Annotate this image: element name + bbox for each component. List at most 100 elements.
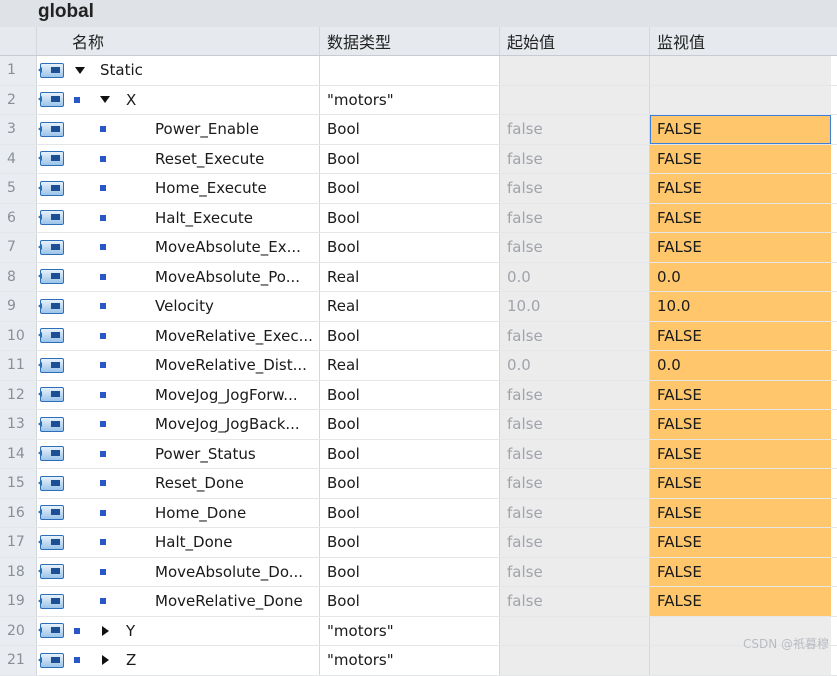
row-monitor-value[interactable]: 0.0 <box>650 263 831 292</box>
row-data-type[interactable]: Bool <box>320 440 500 469</box>
row-monitor-value[interactable]: FALSE <box>650 204 831 233</box>
row-data-type[interactable]: Bool <box>320 410 500 439</box>
row-name-cell[interactable]: Halt_Execute <box>67 204 320 233</box>
table-row[interactable]: 2X"motors" <box>0 86 837 116</box>
table-row[interactable]: 15Reset_DoneBoolfalseFALSE <box>0 469 837 499</box>
row-monitor-value[interactable]: FALSE <box>650 499 831 528</box>
row-data-type[interactable]: Bool <box>320 145 500 174</box>
header-data-type[interactable]: 数据类型 <box>320 27 500 55</box>
table-row[interactable]: 18MoveAbsolute_Do...BoolfalseFALSE <box>0 558 837 588</box>
row-start-value[interactable]: false <box>500 115 650 144</box>
row-name-cell[interactable]: Static <box>67 56 320 85</box>
row-start-value[interactable] <box>500 617 650 646</box>
table-row[interactable]: 5Home_ExecuteBoolfalseFALSE <box>0 174 837 204</box>
header-monitor-value[interactable]: 监视值 <box>650 27 831 55</box>
row-start-value[interactable]: false <box>500 587 650 616</box>
row-start-value[interactable]: false <box>500 145 650 174</box>
row-name-cell[interactable]: Reset_Execute <box>67 145 320 174</box>
row-name-cell[interactable]: Home_Execute <box>67 174 320 203</box>
row-start-value[interactable]: 10.0 <box>500 292 650 321</box>
row-start-value[interactable] <box>500 646 650 675</box>
table-row[interactable]: 3Power_EnableBoolfalseFALSE <box>0 115 837 145</box>
row-monitor-value[interactable]: FALSE <box>650 440 831 469</box>
row-data-type[interactable]: Bool <box>320 174 500 203</box>
table-row[interactable]: 14Power_StatusBoolfalseFALSE <box>0 440 837 470</box>
row-data-type[interactable]: Bool <box>320 499 500 528</box>
table-row[interactable]: 16Home_DoneBoolfalseFALSE <box>0 499 837 529</box>
table-row[interactable]: 10MoveRelative_Exec...BoolfalseFALSE <box>0 322 837 352</box>
row-monitor-value[interactable]: FALSE <box>650 469 831 498</box>
row-start-value[interactable]: false <box>500 204 650 233</box>
row-data-type[interactable]: Bool <box>320 558 500 587</box>
table-row[interactable]: 20Y"motors" <box>0 617 837 647</box>
row-name-cell[interactable]: X <box>67 86 320 115</box>
row-start-value[interactable]: false <box>500 469 650 498</box>
table-row[interactable]: 6Halt_ExecuteBoolfalseFALSE <box>0 204 837 234</box>
row-start-value[interactable]: false <box>500 410 650 439</box>
row-data-type[interactable] <box>320 56 500 85</box>
table-row[interactable]: 9VelocityReal10.010.0 <box>0 292 837 322</box>
row-start-value[interactable] <box>500 86 650 115</box>
row-start-value[interactable]: false <box>500 174 650 203</box>
header-name[interactable]: 名称 <box>67 27 320 55</box>
table-row[interactable]: 1Static <box>0 56 837 86</box>
row-start-value[interactable] <box>500 56 650 85</box>
row-data-type[interactable]: Bool <box>320 204 500 233</box>
table-row[interactable]: 12MoveJog_JogForw...BoolfalseFALSE <box>0 381 837 411</box>
row-start-value[interactable]: false <box>500 528 650 557</box>
row-monitor-value[interactable]: FALSE <box>650 233 831 262</box>
table-row[interactable]: 21Z"motors" <box>0 646 837 676</box>
table-row[interactable]: 8MoveAbsolute_Po...Real0.00.0 <box>0 263 837 293</box>
row-data-type[interactable]: Bool <box>320 322 500 351</box>
row-data-type[interactable]: Bool <box>320 115 500 144</box>
row-monitor-value[interactable]: FALSE <box>650 145 831 174</box>
table-row[interactable]: 13MoveJog_JogBack...BoolfalseFALSE <box>0 410 837 440</box>
table-row[interactable]: 7MoveAbsolute_Ex...BoolfalseFALSE <box>0 233 837 263</box>
table-row[interactable]: 19MoveRelative_DoneBoolfalseFALSE <box>0 587 837 617</box>
row-start-value[interactable]: 0.0 <box>500 351 650 380</box>
row-monitor-value[interactable]: FALSE <box>650 381 831 410</box>
row-name-cell[interactable]: MoveRelative_Dist... <box>67 351 320 380</box>
row-start-value[interactable]: false <box>500 499 650 528</box>
row-name-cell[interactable]: MoveAbsolute_Do... <box>67 558 320 587</box>
row-monitor-value[interactable]: FALSE <box>650 410 831 439</box>
row-name-cell[interactable]: Velocity <box>67 292 320 321</box>
row-name-cell[interactable]: MoveRelative_Done <box>67 587 320 616</box>
row-start-value[interactable]: false <box>500 558 650 587</box>
row-name-cell[interactable]: Power_Enable <box>67 115 320 144</box>
header-start-value[interactable]: 起始值 <box>500 27 650 55</box>
row-monitor-value[interactable] <box>650 86 831 115</box>
row-data-type[interactable]: Bool <box>320 469 500 498</box>
row-monitor-value[interactable]: 0.0 <box>650 351 831 380</box>
row-name-cell[interactable]: MoveAbsolute_Po... <box>67 263 320 292</box>
row-monitor-value[interactable]: FALSE <box>650 587 831 616</box>
row-start-value[interactable]: 0.0 <box>500 263 650 292</box>
row-monitor-value[interactable]: FALSE <box>650 322 831 351</box>
row-data-type[interactable]: "motors" <box>320 86 500 115</box>
row-data-type[interactable]: Real <box>320 292 500 321</box>
row-name-cell[interactable]: MoveRelative_Exec... <box>67 322 320 351</box>
row-data-type[interactable]: Bool <box>320 587 500 616</box>
row-name-cell[interactable]: MoveJog_JogBack... <box>67 410 320 439</box>
table-row[interactable]: 4Reset_ExecuteBoolfalseFALSE <box>0 145 837 175</box>
row-monitor-value[interactable]: FALSE <box>650 558 831 587</box>
row-monitor-value[interactable]: FALSE <box>650 115 831 144</box>
row-data-type[interactable]: "motors" <box>320 617 500 646</box>
row-monitor-value[interactable]: FALSE <box>650 528 831 557</box>
row-data-type[interactable]: Real <box>320 351 500 380</box>
row-start-value[interactable]: false <box>500 233 650 262</box>
row-name-cell[interactable]: Z <box>67 646 320 675</box>
row-name-cell[interactable]: Halt_Done <box>67 528 320 557</box>
row-data-type[interactable]: "motors" <box>320 646 500 675</box>
row-data-type[interactable]: Bool <box>320 233 500 262</box>
row-name-cell[interactable]: Y <box>67 617 320 646</box>
row-start-value[interactable]: false <box>500 381 650 410</box>
row-start-value[interactable]: false <box>500 440 650 469</box>
table-row[interactable]: 17Halt_DoneBoolfalseFALSE <box>0 528 837 558</box>
row-name-cell[interactable]: Power_Status <box>67 440 320 469</box>
row-name-cell[interactable]: Home_Done <box>67 499 320 528</box>
row-name-cell[interactable]: MoveJog_JogForw... <box>67 381 320 410</box>
row-name-cell[interactable]: Reset_Done <box>67 469 320 498</box>
expand-icon[interactable] <box>102 626 109 636</box>
collapse-icon[interactable] <box>100 96 110 103</box>
